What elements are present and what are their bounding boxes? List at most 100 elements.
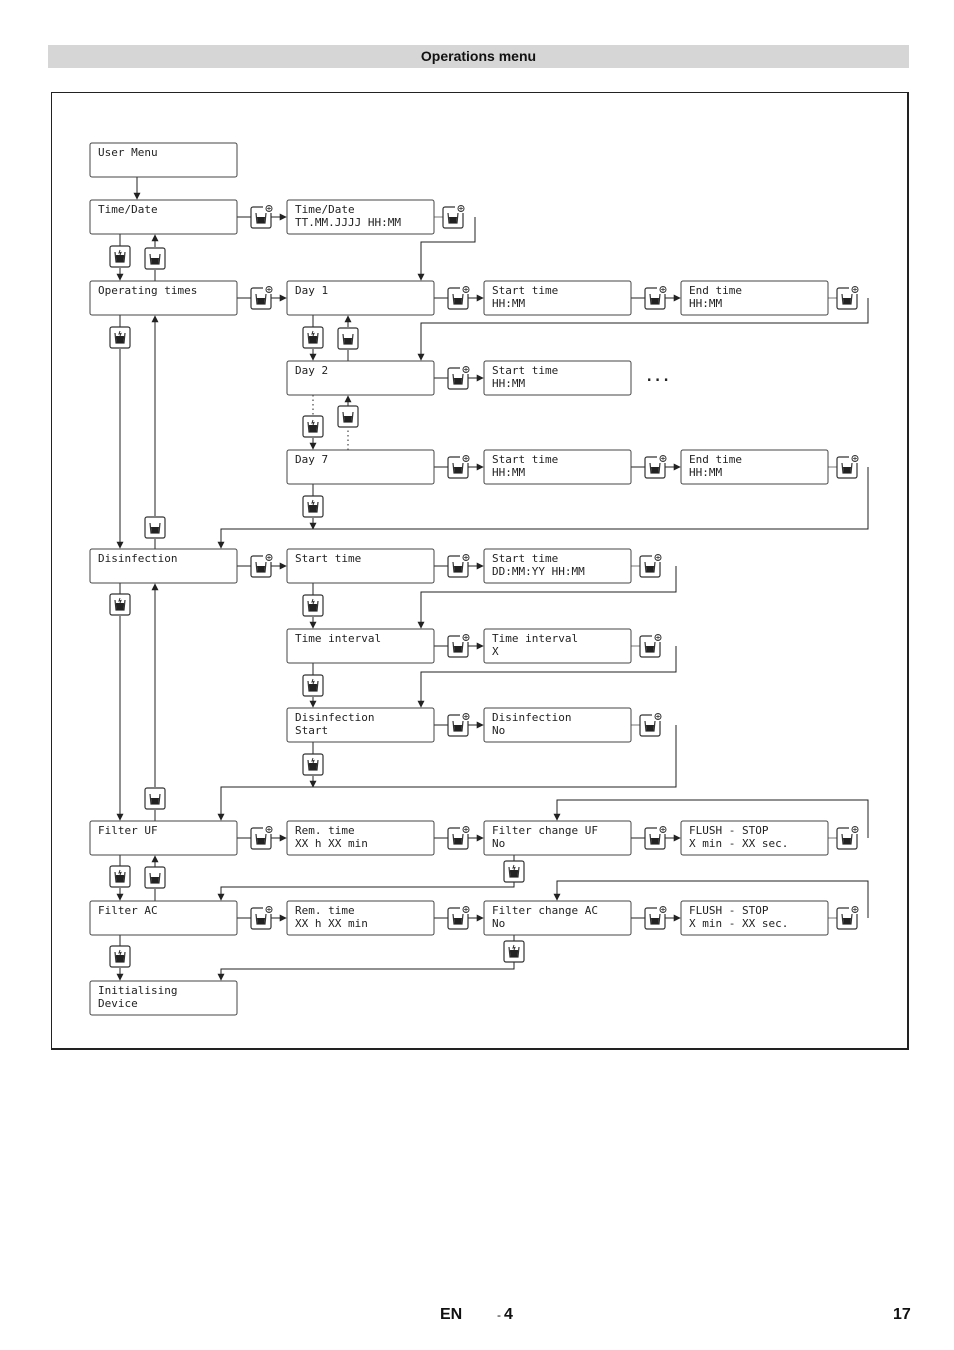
menu-node-disinfection: Disinfection xyxy=(89,548,238,584)
menu-nodes: User MenuTime/Date Time/DateTT.MM.JJJJ HH… xyxy=(89,142,829,1016)
lcd-line: Filter change AC xyxy=(492,904,598,917)
lcd-line: Initialising xyxy=(98,984,177,997)
menu-node-day-1-start: Start timeHH:MM xyxy=(483,280,632,316)
next-button-icon[interactable] xyxy=(503,860,525,883)
confirm-button-icon[interactable] xyxy=(644,906,667,930)
menu-node-ac-filter-change: Filter change ACNo xyxy=(483,900,632,936)
lcd-line: Start xyxy=(295,724,328,737)
lcd-line: Day 2 xyxy=(295,364,328,377)
confirm-button-icon[interactable] xyxy=(250,906,273,930)
lcd-line: Day 1 xyxy=(295,284,328,297)
menu-node-initialising: InitialisingDevice xyxy=(89,980,238,1016)
next-button-icon[interactable] xyxy=(503,940,525,963)
menu-node-dis-start-time-set: Start timeDD:MM:YY HH:MM xyxy=(483,548,632,584)
back-button-icon[interactable] xyxy=(337,405,359,428)
lcd-line: No xyxy=(492,724,505,737)
menu-node-uf-filter-change: Filter change UFNo xyxy=(483,820,632,856)
confirm-button-icon[interactable] xyxy=(836,906,859,930)
menu-node-ac-flush: FLUSH - STOP X min - XX sec. xyxy=(680,900,829,936)
confirm-button-icon[interactable] xyxy=(447,713,470,737)
next-button-icon[interactable] xyxy=(302,326,324,349)
next-button-icon[interactable] xyxy=(302,594,324,617)
lcd-line: Disinfection xyxy=(98,552,177,565)
back-button-icon[interactable] xyxy=(144,866,166,889)
next-button-icon[interactable] xyxy=(109,593,131,616)
next-button-icon[interactable] xyxy=(109,865,131,888)
lcd-line: Rem. time xyxy=(295,904,355,917)
lcd-line: FLUSH - STOP xyxy=(689,904,769,917)
confirm-button-icon[interactable] xyxy=(836,455,859,479)
lcd-line: X min - XX sec. xyxy=(689,837,788,850)
confirm-button-icon[interactable] xyxy=(639,713,662,737)
lcd-line: X min - XX sec. xyxy=(689,917,788,930)
confirm-button-icon[interactable] xyxy=(836,826,859,850)
menu-node-time-interval: Time interval xyxy=(286,628,435,664)
connector-line xyxy=(217,962,515,981)
lcd-line: Device xyxy=(98,997,138,1010)
lcd-line: Start time xyxy=(295,552,361,565)
back-button-icon[interactable] xyxy=(337,327,359,350)
footer-section: -4 xyxy=(497,1306,513,1324)
confirm-button-icon[interactable] xyxy=(644,455,667,479)
confirm-button-icon[interactable] xyxy=(447,554,470,578)
confirm-button-icon[interactable] xyxy=(639,634,662,658)
lcd-line: Time interval xyxy=(295,632,381,645)
confirm-button-icon[interactable] xyxy=(447,634,470,658)
lcd-line: X xyxy=(492,645,499,658)
confirm-button-icon[interactable] xyxy=(447,366,470,390)
next-button-icon[interactable] xyxy=(302,674,324,697)
lcd-line: Operating times xyxy=(98,284,197,297)
lcd-line: Start time xyxy=(492,552,558,565)
confirm-button-icon[interactable] xyxy=(639,554,662,578)
menu-node-day-2-start: Start timeHH:MM xyxy=(483,360,632,396)
next-button-icon[interactable] xyxy=(302,495,324,518)
confirm-button-icon[interactable] xyxy=(442,205,465,229)
next-button-icon[interactable] xyxy=(109,945,131,968)
menu-node-operating-times: Operating times xyxy=(89,280,238,316)
menu-node-day-1-end: End timeHH:MM xyxy=(680,280,829,316)
menu-node-time-date-set: Time/DateTT.MM.JJJJ HH:MM xyxy=(286,199,435,235)
lcd-line: User Menu xyxy=(98,146,158,159)
footer-page-number: 17 xyxy=(893,1306,911,1323)
lcd-line: Rem. time xyxy=(295,824,355,837)
next-button-icon[interactable] xyxy=(302,753,324,776)
confirm-button-icon[interactable] xyxy=(447,826,470,850)
confirm-button-icon[interactable] xyxy=(836,286,859,310)
menu-node-day-7-start: Start timeHH:MM xyxy=(483,449,632,485)
footer-section-prefix: - xyxy=(497,1308,501,1322)
lcd-line: Filter UF xyxy=(98,824,158,837)
confirm-button-icon[interactable] xyxy=(250,554,273,578)
menu-node-ac-rem-time: Rem. timeXX h XX min xyxy=(286,900,435,936)
menu-node-time-date: Time/Date xyxy=(89,199,238,235)
lcd-line: HH:MM xyxy=(492,297,525,310)
menu-node-day-7: Day 7 xyxy=(286,449,435,485)
back-button-icon[interactable] xyxy=(144,787,166,810)
lcd-line: Time/Date xyxy=(295,203,355,216)
next-button-icon[interactable] xyxy=(302,415,324,438)
confirm-button-icon[interactable] xyxy=(250,826,273,850)
lcd-line: HH:MM xyxy=(492,377,525,390)
lcd-line: HH:MM xyxy=(689,466,722,479)
lcd-line: Disinfection xyxy=(492,711,571,724)
back-button-icon[interactable] xyxy=(144,247,166,270)
menu-node-day-7-end: End timeHH:MM xyxy=(680,449,829,485)
confirm-button-icon[interactable] xyxy=(447,286,470,310)
confirm-button-icon[interactable] xyxy=(447,455,470,479)
confirm-button-icon[interactable] xyxy=(250,286,273,310)
lcd-line: Time interval xyxy=(492,632,578,645)
next-button-icon[interactable] xyxy=(109,326,131,349)
menu-node-filter-ac: Filter AC xyxy=(89,900,238,936)
lcd-line: End time xyxy=(689,284,742,297)
menu-node-dis-start-set: DisinfectionNo xyxy=(483,707,632,743)
lcd-line: Filter AC xyxy=(98,904,158,917)
confirm-button-icon[interactable] xyxy=(644,826,667,850)
back-button-icon[interactable] xyxy=(144,516,166,539)
next-button-icon[interactable] xyxy=(109,245,131,268)
lcd-line: FLUSH - STOP xyxy=(689,824,769,837)
footer-language: EN xyxy=(440,1306,463,1323)
lcd-line: XX h XX min xyxy=(295,837,368,850)
confirm-button-icon[interactable] xyxy=(447,906,470,930)
confirm-button-icon[interactable] xyxy=(250,205,273,229)
lcd-line: Day 7 xyxy=(295,453,328,466)
confirm-button-icon[interactable] xyxy=(644,286,667,310)
